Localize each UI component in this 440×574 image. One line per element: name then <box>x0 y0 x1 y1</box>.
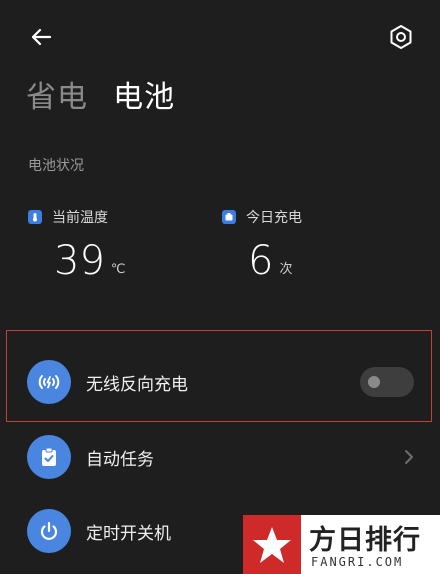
temperature-stat: 当前温度 39 ℃ <box>28 207 126 281</box>
top-bar <box>0 20 440 54</box>
power-icon <box>27 509 71 553</box>
watermark-subtitle: FANGRI.COM <box>311 555 404 569</box>
battery-icon <box>222 210 236 224</box>
charges-today-value: 6 <box>248 238 274 284</box>
temperature-unit: ℃ <box>110 262 126 277</box>
setting-label-scheduled-power: 定时开关机 <box>86 523 171 544</box>
chevron-right-icon <box>405 450 413 464</box>
setting-label-wireless-reverse-charging: 无线反向充电 <box>86 374 188 395</box>
charges-today-label: 今日充电 <box>246 210 302 226</box>
tab-power-saving[interactable]: 省电 <box>26 72 88 116</box>
watermark-title: 方日排行 <box>309 525 421 556</box>
setting-row-auto-tasks[interactable]: 自动任务 <box>0 427 440 487</box>
tab-battery[interactable]: 电池 <box>113 72 175 116</box>
gear-icon[interactable] <box>386 22 416 52</box>
thermometer-icon <box>28 210 42 224</box>
temperature-value: 39 <box>54 238 105 284</box>
clipboard-check-icon <box>27 435 71 479</box>
tab-bar: 省电 电池 <box>26 72 195 116</box>
charges-today-unit: 次 <box>279 262 293 277</box>
toggle-knob <box>368 376 380 388</box>
temperature-label: 当前温度 <box>52 210 108 226</box>
charges-today-stat: 今日充电 6 次 <box>222 207 302 281</box>
star-logo-icon <box>243 515 301 574</box>
wireless-charge-icon <box>27 360 71 404</box>
battery-status-heading: 电池状况 <box>28 158 84 174</box>
back-arrow-icon[interactable] <box>26 22 56 52</box>
setting-label-auto-tasks: 自动任务 <box>86 449 154 470</box>
wireless-reverse-charging-toggle[interactable] <box>360 367 414 397</box>
setting-row-wireless-reverse-charging[interactable]: 无线反向充电 <box>0 352 440 412</box>
watermark: 方日排行 FANGRI.COM <box>243 515 440 574</box>
